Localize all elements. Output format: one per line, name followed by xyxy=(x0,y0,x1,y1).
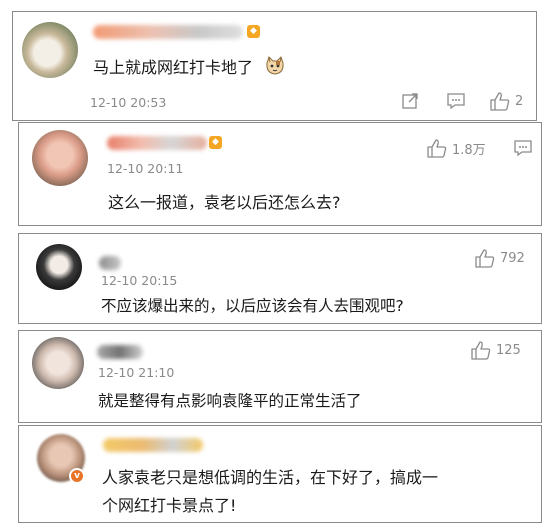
thumbs-up-icon xyxy=(490,92,510,111)
avatar[interactable] xyxy=(36,244,82,290)
comment-time: 12-10 20:15 xyxy=(101,273,178,288)
comment-card: ◆ 12-10 20:11 这么一报道，袁老以后还怎么去? 1.8万 xyxy=(18,122,542,226)
username[interactable] xyxy=(103,438,203,452)
comment-icon[interactable] xyxy=(446,92,466,110)
comment-time: 12-10 20:53 xyxy=(90,95,167,110)
avatar[interactable] xyxy=(22,22,78,78)
avatar[interactable] xyxy=(32,337,84,389)
username[interactable] xyxy=(99,256,121,270)
comment-text: 不应该爆出来的，以后应该会有人去围观吧? xyxy=(101,297,404,315)
username[interactable] xyxy=(93,25,243,39)
comment-icon[interactable] xyxy=(513,139,533,157)
comment-text-line-1: 人家袁老只是想低调的生活，在下好了，搞成一 xyxy=(102,468,439,487)
like-count: 2 xyxy=(515,94,524,109)
comment-text: 就是整得有点影响袁隆平的正常生活了 xyxy=(98,392,362,410)
username[interactable] xyxy=(97,345,143,359)
comment-time: 12-10 20:11 xyxy=(107,161,184,176)
comment-card: v 人家袁老只是想低调的生活，在下好了，搞成一 个网红打卡景点了! xyxy=(18,425,542,523)
username[interactable] xyxy=(107,136,207,150)
like-count: 792 xyxy=(500,251,525,266)
share-icon[interactable] xyxy=(401,92,419,110)
thumbs-up-icon xyxy=(471,341,491,360)
like-button[interactable]: 125 xyxy=(471,341,521,360)
avatar[interactable] xyxy=(32,130,88,186)
like-count: 125 xyxy=(496,343,521,358)
comment-text: 马上就成网红打卡地了 xyxy=(93,54,286,78)
comment-time: 12-10 21:10 xyxy=(98,365,175,380)
comment-text-line-2: 个网红打卡景点了! xyxy=(102,496,237,515)
vip-badge: ◆ xyxy=(209,136,222,149)
vip-badge: ◆ xyxy=(247,25,260,38)
like-count: 1.8万 xyxy=(452,143,486,158)
like-button[interactable]: 1.8万 xyxy=(427,139,486,158)
comment-card: 12-10 21:10 就是整得有点影响袁隆平的正常生活了 125 xyxy=(18,330,542,423)
comment-card: ◆ 马上就成网红打卡地了 12-10 20:53 2 xyxy=(12,11,537,121)
verified-v-badge: v xyxy=(69,468,85,484)
cat-face-emoji xyxy=(264,55,286,77)
like-button[interactable]: 792 xyxy=(475,249,525,268)
thumbs-up-icon xyxy=(475,249,495,268)
comment-card: 12-10 20:15 不应该爆出来的，以后应该会有人去围观吧? 792 xyxy=(18,233,542,324)
like-button[interactable]: 2 xyxy=(490,92,523,111)
thumbs-up-icon xyxy=(427,139,447,158)
comment-text: 这么一报道，袁老以后还怎么去? xyxy=(108,193,341,212)
